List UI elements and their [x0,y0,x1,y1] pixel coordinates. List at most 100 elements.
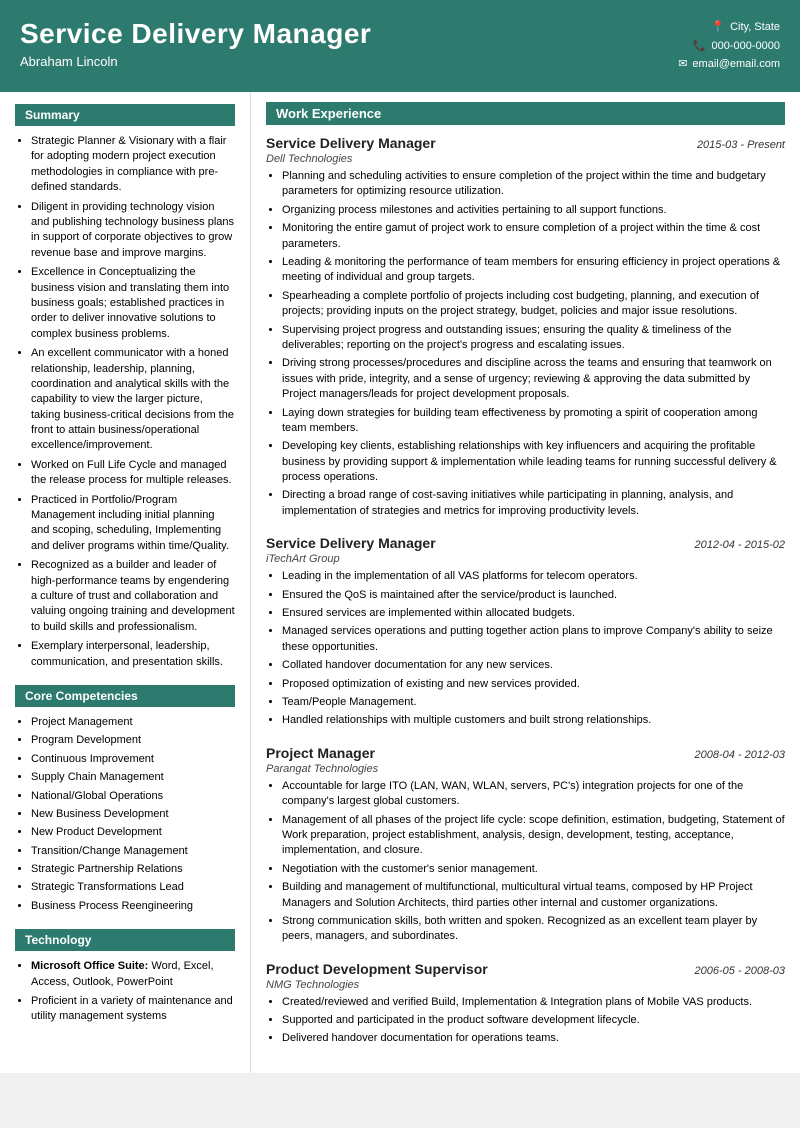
email-icon: ✉ [678,55,687,74]
job-bullet: Handled relationships with multiple cust… [282,713,785,728]
job-bullet: Leading & monitoring the performance of … [282,255,785,286]
job-dates: 2015-03 - Present [697,139,785,151]
job-title: Project Manager [266,745,375,761]
competency-item: Project Management [31,715,235,730]
job-bullet: Ensured the QoS is maintained after the … [282,588,785,603]
right-content: Work Experience Service Delivery Manager… [250,92,800,1073]
summary-item: An excellent communicator with a honed r… [31,346,235,454]
email-text: email@email.com [692,55,780,74]
summary-item: Diligent in providing technology vision … [31,200,235,262]
main-content: Summary Strategic Planner & Visionary wi… [0,92,800,1073]
resume-header: Service Delivery Manager Abraham Lincoln… [0,0,800,92]
header-contact: 📍 City, State 📞 000-000-0000 ✉ email@ema… [678,18,780,74]
job-block: Project Manager 2008-04 - 2012-03 Parangat… [266,745,785,945]
job-bullet: Negotiation with the customer's senior m… [282,862,785,877]
job-block: Service Delivery Manager 2012-04 - 2015-0… [266,535,785,729]
summary-item: Exemplary interpersonal, leadership, com… [31,639,235,670]
job-bullet: Managed services operations and putting … [282,624,785,655]
job-bullet: Leading in the implementation of all VAS… [282,569,785,584]
job-bullet: Organizing process milestones and activi… [282,203,785,218]
competency-item: Strategic Partnership Relations [31,862,235,877]
technology-list: Microsoft Office Suite: Word, Excel, Acc… [15,959,235,1025]
job-bullet: Laying down strategies for building team… [282,406,785,437]
job-header: Service Delivery Manager 2012-04 - 2015-0… [266,535,785,551]
technology-header: Technology [15,929,235,951]
summary-header: Summary [15,104,235,126]
job-dates: 2008-04 - 2012-03 [694,749,785,761]
summary-item: Worked on Full Life Cycle and managed th… [31,458,235,489]
job-title: Service Delivery Manager [266,135,436,151]
sidebar: Summary Strategic Planner & Visionary wi… [0,92,250,1073]
job-title: Service Delivery Manager [266,535,436,551]
technology-item: Microsoft Office Suite: Word, Excel, Acc… [31,959,235,990]
job-bullet: Created/reviewed and verified Build, Imp… [282,995,785,1010]
competency-item: New Business Development [31,807,235,822]
job-bullet: Building and management of multifunction… [282,880,785,911]
job-header: Project Manager 2008-04 - 2012-03 [266,745,785,761]
summary-item: Practiced in Portfolio/Program Managemen… [31,493,235,555]
summary-item: Strategic Planner & Visionary with a fla… [31,134,235,196]
job-bullet: Accountable for large ITO (LAN, WAN, WLA… [282,779,785,810]
jobs-container: Service Delivery Manager 2015-03 - Presen… [266,135,785,1047]
summary-item: Recognized as a builder and leader of hi… [31,558,235,635]
technology-section: Technology Microsoft Office Suite: Word,… [15,929,235,1025]
work-experience-header: Work Experience [266,102,785,125]
competency-item: Strategic Transformations Lead [31,880,235,895]
technology-item: Proficient in a variety of maintenance a… [31,994,235,1025]
contact-email: ✉ email@email.com [678,55,780,74]
location-icon: 📍 [711,18,725,37]
job-bullet: Team/People Management. [282,695,785,710]
job-header: Product Development Supervisor 2006-05 - … [266,961,785,977]
company-name: iTechArt Group [266,553,785,565]
resume-container: Service Delivery Manager Abraham Lincoln… [0,0,800,1073]
summary-item: Excellence in Conceptualizing the busine… [31,265,235,342]
job-bullets: Accountable for large ITO (LAN, WAN, WLA… [266,779,785,945]
location-text: City, State [730,18,780,37]
job-bullet: Management of all phases of the project … [282,813,785,859]
phone-text: 000-000-0000 [711,37,780,56]
job-bullet: Proposed optimization of existing and ne… [282,677,785,692]
company-name: Dell Technologies [266,153,785,165]
job-title-heading: Service Delivery Manager [20,18,371,50]
job-block: Product Development Supervisor 2006-05 - … [266,961,785,1047]
job-title: Product Development Supervisor [266,961,488,977]
job-bullet: Developing key clients, establishing rel… [282,439,785,485]
competencies-header: Core Competencies [15,685,235,707]
job-bullets: Created/reviewed and verified Build, Imp… [266,995,785,1047]
competency-item: Continuous Improvement [31,752,235,767]
competency-item: National/Global Operations [31,789,235,804]
job-bullet: Planning and scheduling activities to en… [282,169,785,200]
phone-icon: 📞 [693,37,707,56]
competencies-list: Project Management Program Development Con… [15,715,235,914]
job-bullet: Spearheading a complete portfolio of pro… [282,289,785,320]
contact-phone: 📞 000-000-0000 [678,37,780,56]
job-block: Service Delivery Manager 2015-03 - Presen… [266,135,785,519]
header-left: Service Delivery Manager Abraham Lincoln [20,18,371,69]
job-bullet: Driving strong processes/procedures and … [282,356,785,402]
competency-item: Business Process Reengineering [31,899,235,914]
job-dates: 2012-04 - 2015-02 [694,539,785,551]
competencies-section: Core Competencies Project Management Prog… [15,685,235,914]
job-bullet: Collated handover documentation for any … [282,658,785,673]
summary-list: Strategic Planner & Visionary with a fla… [15,134,235,670]
company-name: Parangat Technologies [266,763,785,775]
job-bullet: Ensured services are implemented within … [282,606,785,621]
competency-item: Program Development [31,733,235,748]
company-name: NMG Technologies [266,979,785,991]
summary-section: Summary Strategic Planner & Visionary wi… [15,104,235,670]
competency-item: New Product Development [31,825,235,840]
job-header: Service Delivery Manager 2015-03 - Presen… [266,135,785,151]
job-bullet: Supported and participated in the produc… [282,1013,785,1028]
job-dates: 2006-05 - 2008-03 [694,965,785,977]
job-bullets: Leading in the implementation of all VAS… [266,569,785,729]
job-bullet: Strong communication skills, both writte… [282,914,785,945]
job-bullets: Planning and scheduling activities to en… [266,169,785,519]
job-bullet: Delivered handover documentation for ope… [282,1031,785,1046]
job-bullet: Supervising project progress and outstan… [282,323,785,354]
candidate-name: Abraham Lincoln [20,54,371,69]
competency-item: Supply Chain Management [31,770,235,785]
job-bullet: Monitoring the entire gamut of project w… [282,221,785,252]
competency-item: Transition/Change Management [31,844,235,859]
contact-location: 📍 City, State [678,18,780,37]
job-bullet: Directing a broad range of cost-saving i… [282,488,785,519]
